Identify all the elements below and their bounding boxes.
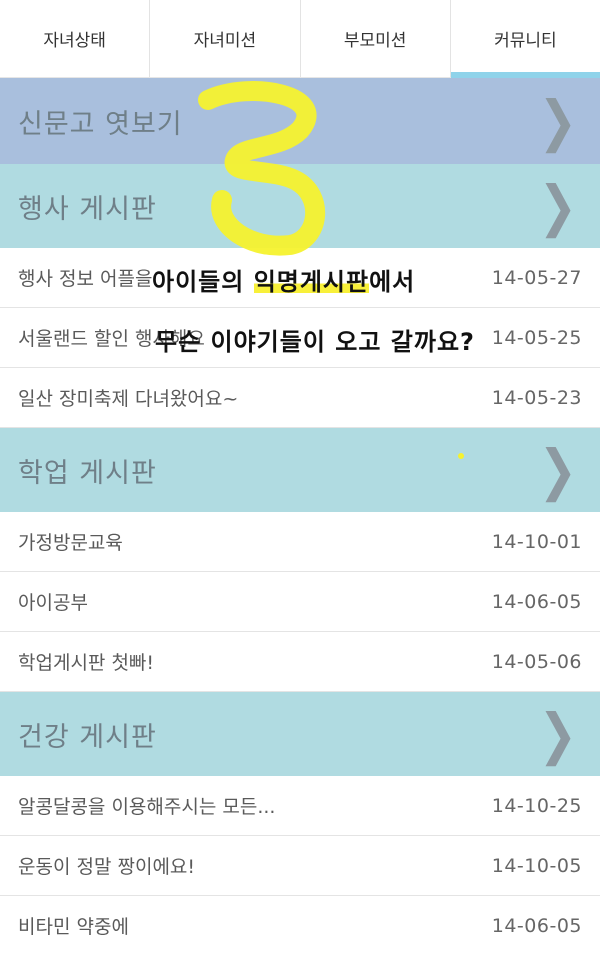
post-date: 14-05-06 — [491, 650, 582, 673]
post-title: 알콩달콩을 이용해주시는 모든... — [18, 796, 276, 818]
chevron-right-icon: ❯ — [538, 173, 578, 239]
list-item[interactable]: 비타민 약중에 14-06-05 — [0, 896, 600, 955]
post-title: 아이공부 — [18, 592, 88, 614]
list-item[interactable]: 아이공부 14-06-05 — [0, 572, 600, 632]
section-news-title: 신문고 엿보기 — [18, 108, 183, 140]
tab-community[interactable]: 커뮤니티 — [450, 0, 600, 78]
tab-parent-mission[interactable]: 부모미션 — [301, 0, 451, 77]
post-date: 14-05-23 — [491, 386, 582, 409]
list-item[interactable]: 서울랜드 할인 행사해요 14-05-25 — [0, 308, 600, 368]
tab-bar: 자녀상태 자녀미션 부모미션 커뮤니티 — [0, 0, 600, 78]
list-item[interactable]: 가정방문교육 14-10-01 — [0, 512, 600, 572]
section-event-header[interactable]: 행사 게시판 ❯ — [0, 164, 600, 248]
post-title: 학업게시판 첫빠! — [18, 652, 155, 674]
list-item[interactable]: 일산 장미축제 다녀왔어요~ 14-05-23 — [0, 368, 600, 428]
chevron-right-icon: ❯ — [538, 701, 578, 767]
section-health-title: 건강 게시판 — [18, 721, 157, 753]
chevron-right-icon: ❯ — [538, 88, 578, 154]
section-event-title: 행사 게시판 — [18, 193, 157, 225]
post-title: 서울랜드 할인 행사해요 — [18, 328, 205, 350]
section-health-header[interactable]: 건강 게시판 ❯ — [0, 692, 600, 776]
post-date: 14-05-27 — [491, 266, 582, 289]
post-title: 가정방문교육 — [18, 532, 123, 554]
post-title: 운동이 정말 짱이에요! — [18, 856, 196, 878]
list-item[interactable]: 행사 정보 어플을 14-05-27 — [0, 248, 600, 308]
post-date: 14-05-25 — [491, 326, 582, 349]
tab-child-mission[interactable]: 자녀미션 — [150, 0, 301, 77]
post-date: 14-10-05 — [491, 854, 582, 877]
list-item[interactable]: 알콩달콩을 이용해주시는 모든... 14-10-25 — [0, 776, 600, 836]
post-date: 14-06-05 — [491, 914, 582, 937]
list-item[interactable]: 학업게시판 첫빠! 14-05-06 — [0, 632, 600, 692]
post-title: 일산 장미축제 다녀왔어요~ — [18, 388, 239, 410]
section-study-header[interactable]: 학업 게시판 ❯ — [0, 428, 600, 512]
post-date: 14-10-25 — [491, 794, 582, 817]
tab-child-status[interactable]: 자녀상태 — [0, 0, 151, 77]
list-item[interactable]: 운동이 정말 짱이에요! 14-10-05 — [0, 836, 600, 896]
post-date: 14-06-05 — [491, 590, 582, 613]
chevron-right-icon: ❯ — [538, 437, 578, 503]
post-date: 14-10-01 — [491, 530, 582, 553]
post-title: 행사 정보 어플을 — [18, 268, 153, 290]
section-news-header[interactable]: 신문고 엿보기 ❯ — [0, 78, 600, 164]
post-title: 비타민 약중에 — [18, 916, 129, 938]
section-study-title: 학업 게시판 — [18, 457, 157, 489]
